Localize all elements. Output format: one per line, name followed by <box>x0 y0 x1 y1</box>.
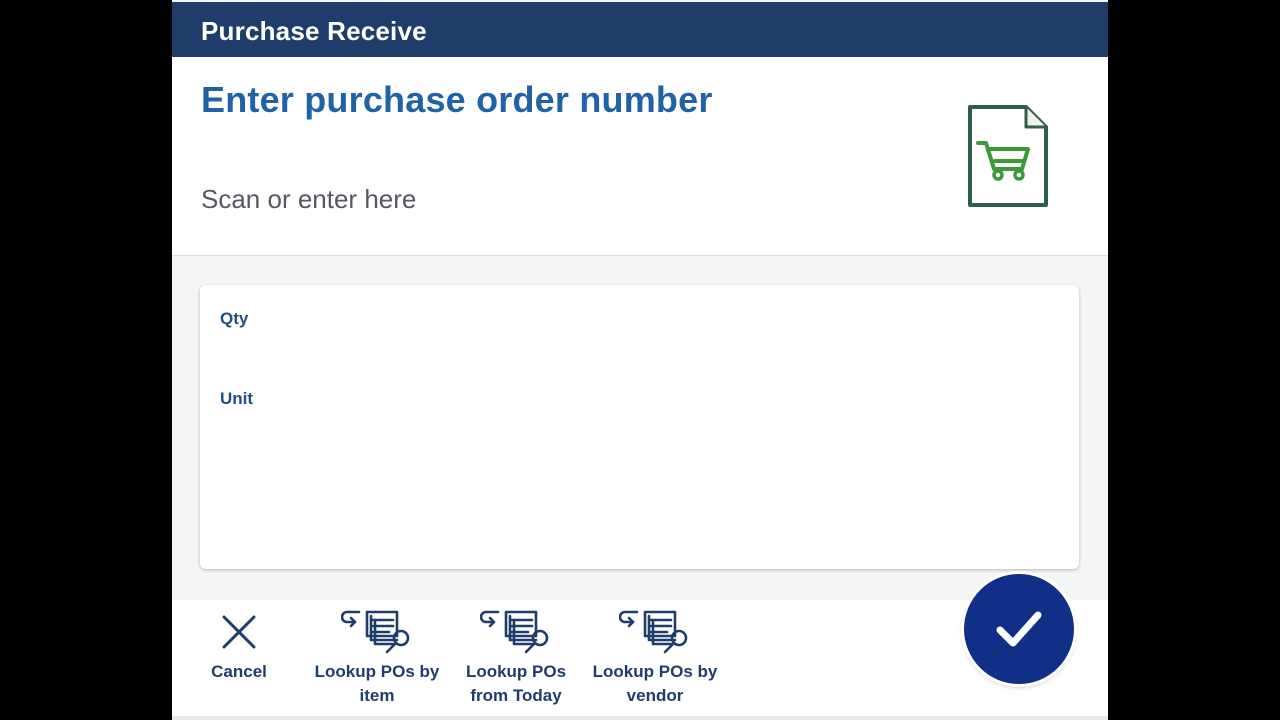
lookup-pos-by-vendor-button[interactable]: Lookup POs by vendor <box>586 600 724 710</box>
prompt-panel: Enter purchase order number <box>172 57 1108 256</box>
app-window: Purchase Receive Enter purchase order nu… <box>172 0 1108 720</box>
details-card: Qty Unit <box>200 285 1079 569</box>
cancel-button[interactable]: Cancel <box>194 600 284 710</box>
app-title-bar: Purchase Receive <box>172 2 1108 57</box>
confirm-button[interactable] <box>964 574 1074 684</box>
lookup-list-search-icon <box>480 610 549 654</box>
checkmark-icon <box>996 611 1042 647</box>
lookup-pos-by-item-button[interactable]: Lookup POs by item <box>308 600 446 710</box>
cancel-label: Cancel <box>211 662 267 681</box>
qty-label: Qty <box>220 309 249 328</box>
bottom-divider <box>172 716 1108 720</box>
lookup-pos-by-item-label: Lookup POs by item <box>314 662 440 705</box>
shopping-cart-document-icon <box>968 105 1048 207</box>
lookup-list-search-icon <box>341 610 410 654</box>
lookup-pos-from-today-label: Lookup POs from Today <box>465 662 567 705</box>
app-title: Purchase Receive <box>201 16 427 46</box>
purchase-order-input[interactable] <box>198 179 904 219</box>
unit-label: Unit <box>220 389 254 408</box>
lookup-pos-from-today-button[interactable]: Lookup POs from Today <box>460 600 572 710</box>
close-icon <box>222 615 256 649</box>
lookup-pos-by-vendor-label: Lookup POs by vendor <box>592 662 718 705</box>
prompt-title: Enter purchase order number <box>201 79 713 120</box>
lookup-list-search-icon <box>619 610 688 654</box>
